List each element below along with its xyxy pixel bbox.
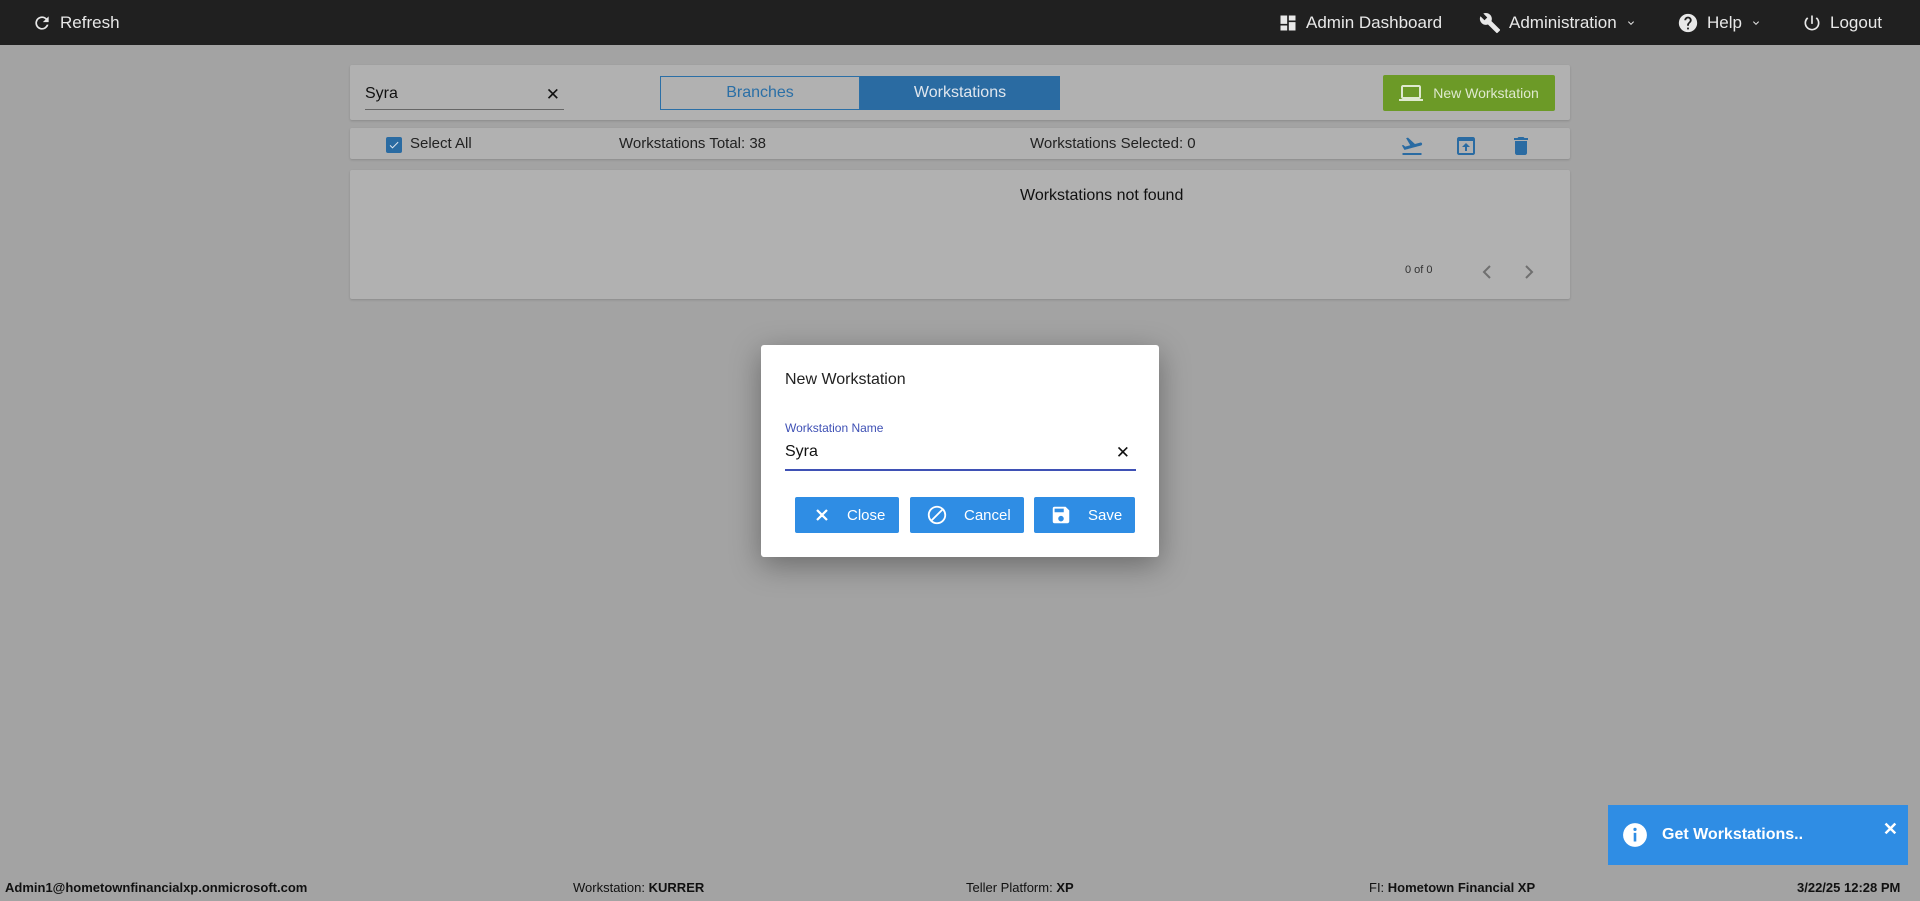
select-all-label: Select All [410, 135, 472, 152]
delete-button[interactable] [1509, 134, 1533, 158]
workstation-name-field: ✕ [785, 437, 1136, 471]
dashboard-icon [1280, 15, 1296, 30]
search-clear-icon[interactable]: ✕ [546, 85, 560, 105]
search-field: ✕ [365, 79, 564, 110]
save-button[interactable]: Save [1034, 497, 1135, 533]
administration-menu[interactable]: Administration [1479, 0, 1637, 45]
next-page-button[interactable] [1518, 262, 1538, 282]
power-icon [1804, 15, 1820, 30]
empty-list-message: Workstations not found [1020, 187, 1184, 204]
footer-workstation: Workstation: KURRER [573, 880, 704, 895]
logout-label: Logout [1830, 12, 1882, 32]
help-icon [1678, 13, 1698, 32]
selection-panel [350, 128, 1570, 159]
info-icon [1623, 823, 1647, 847]
status-bar: Admin1@hometownfinancialxp.onmicrosoft.c… [0, 875, 1920, 901]
logout-button[interactable]: Logout [1802, 0, 1882, 45]
help-label: Help [1707, 12, 1742, 32]
new-workstation-label: New Workstation [1433, 85, 1539, 101]
workstation-label: Workstation: [573, 880, 646, 895]
platform-value: XP [1056, 880, 1074, 895]
refresh-button[interactable]: Refresh [32, 0, 120, 45]
check-icon [389, 141, 399, 149]
previous-page-button[interactable] [1478, 262, 1498, 282]
platform-label: Teller Platform: [966, 880, 1053, 895]
field-clear-icon[interactable]: ✕ [1116, 443, 1130, 463]
workstation-name-input[interactable] [785, 440, 1105, 464]
transfer-button[interactable] [1400, 134, 1424, 158]
footer-datetime: 3/22/25 12:28 PM [1797, 880, 1901, 895]
pager-text: 0 of 0 [1405, 264, 1433, 276]
cancel-label: Cancel [964, 506, 1011, 524]
admin-dashboard-link[interactable]: Admin Dashboard [1278, 0, 1442, 45]
laptop-icon [1399, 85, 1424, 101]
toast-message: Get Workstations.. [1662, 826, 1804, 843]
footer-platform: Teller Platform: XP [966, 880, 1074, 895]
admin-dashboard-label: Admin Dashboard [1306, 12, 1443, 32]
fi-value: Hometown Financial XP [1387, 880, 1536, 895]
save-icon [1052, 506, 1070, 524]
wrench-icon [1479, 12, 1501, 33]
workstation-value: KURRER [648, 880, 705, 895]
trash-icon [1514, 137, 1528, 155]
save-label: Save [1088, 506, 1123, 524]
search-input[interactable] [365, 81, 535, 107]
select-all-checkbox[interactable] [386, 137, 402, 153]
dialog-title: New Workstation [785, 371, 906, 388]
new-workstation-dialog: New Workstation Workstation Name ✕ Close… [761, 345, 1159, 557]
chevron-left-icon [1482, 265, 1491, 279]
upload-button[interactable] [1454, 134, 1478, 158]
close-label: Close [847, 506, 886, 524]
workstation-name-label: Workstation Name [785, 421, 884, 435]
refresh-icon [35, 15, 49, 30]
flight-takeoff-icon [1401, 137, 1423, 155]
tab-workstations[interactable]: Workstations [860, 76, 1060, 110]
chevron-down-icon [1752, 20, 1759, 25]
close-icon [816, 509, 828, 521]
user-email: Admin1@hometownfinancialxp.onmicrosoft.c… [5, 880, 308, 895]
footer-fi: FI: Hometown Financial XP [1369, 880, 1535, 895]
top-navigation-bar: Refresh Admin Dashboard Administration H… [0, 0, 1920, 45]
list-panel [350, 170, 1570, 299]
administration-label: Administration [1509, 12, 1617, 32]
chevron-down-icon [1627, 20, 1634, 25]
tab-branches[interactable]: Branches [660, 76, 860, 110]
cancel-button[interactable]: Cancel [910, 497, 1024, 533]
notification-toast: Get Workstations.. ✕ [1608, 805, 1908, 865]
new-workstation-button[interactable]: New Workstation [1383, 75, 1555, 111]
fi-label: FI: [1369, 880, 1385, 895]
close-button[interactable]: Close [795, 497, 899, 533]
workstations-total: Workstations Total: 38 [619, 135, 767, 152]
help-menu[interactable]: Help [1677, 0, 1762, 45]
toast-close-icon[interactable]: ✕ [1883, 819, 1898, 840]
refresh-label: Refresh [60, 12, 120, 32]
upload-icon [1457, 137, 1475, 155]
workstations-selected: Workstations Selected: 0 [1030, 135, 1196, 152]
chevron-right-icon [1525, 265, 1534, 279]
block-icon [927, 505, 947, 525]
